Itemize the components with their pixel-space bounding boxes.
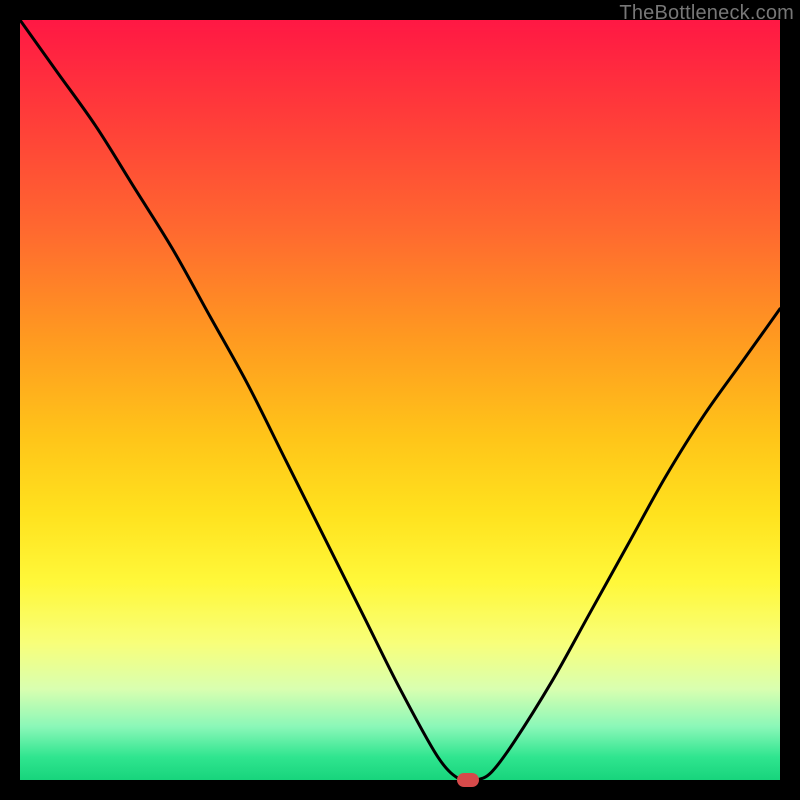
- minimum-marker: [457, 773, 479, 787]
- chart-stage: TheBottleneck.com: [0, 0, 800, 800]
- watermark-text: TheBottleneck.com: [619, 2, 794, 25]
- plot-area: [20, 20, 780, 780]
- bottleneck-curve: [20, 20, 780, 780]
- curve-path: [20, 20, 780, 782]
